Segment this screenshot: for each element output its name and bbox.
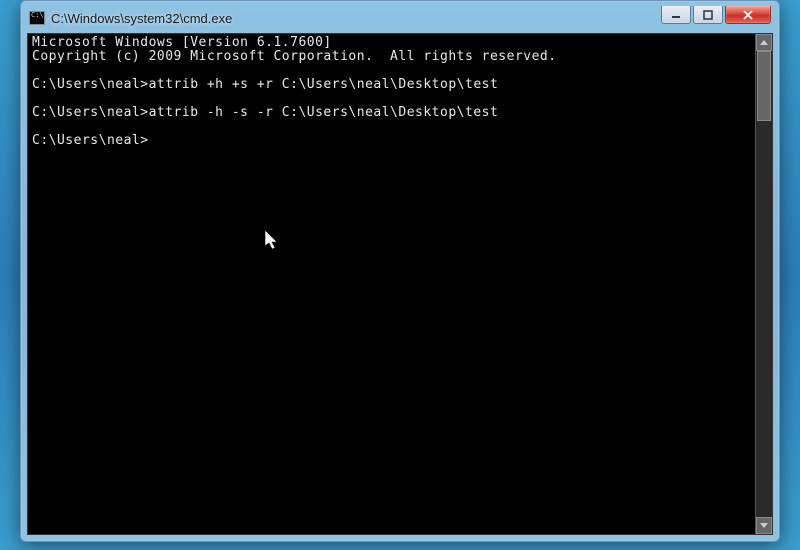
close-icon <box>742 10 754 20</box>
minimize-icon <box>671 10 681 20</box>
console-output[interactable]: Microsoft Windows [Version 6.1.7600]Copy… <box>28 34 755 534</box>
close-button[interactable] <box>725 6 771 24</box>
chevron-up-icon <box>760 40 768 45</box>
output-line: C:\Users\neal>attrib +h +s +r C:\Users\n… <box>32 78 751 92</box>
output-line: Copyright (c) 2009 Microsoft Corporation… <box>32 50 751 64</box>
scroll-down-button[interactable] <box>756 517 772 534</box>
console-area[interactable]: Microsoft Windows [Version 6.1.7600]Copy… <box>27 33 773 535</box>
scroll-up-button[interactable] <box>756 34 772 51</box>
cmd-window: C:\Windows\system32\cmd.exe Microsoft Wi… <box>20 0 780 542</box>
output-blank <box>32 120 751 134</box>
output-line: C:\Users\neal>attrib -h -s -r C:\Users\n… <box>32 106 751 120</box>
window-title: C:\Windows\system32\cmd.exe <box>51 11 661 26</box>
output-blank <box>32 92 751 106</box>
output-blank <box>32 64 751 78</box>
titlebar[interactable]: C:\Windows\system32\cmd.exe <box>27 7 773 29</box>
minimize-button[interactable] <box>661 6 691 24</box>
scrollbar[interactable] <box>755 34 772 534</box>
cmd-icon <box>29 11 45 25</box>
chevron-down-icon <box>760 523 768 528</box>
maximize-button[interactable] <box>693 6 723 24</box>
window-controls <box>661 6 771 24</box>
output-line: Microsoft Windows [Version 6.1.7600] <box>32 36 751 50</box>
scroll-track[interactable] <box>756 51 772 517</box>
maximize-icon <box>703 10 713 20</box>
prompt-line: C:\Users\neal> <box>32 134 751 148</box>
scroll-thumb[interactable] <box>757 51 771 121</box>
